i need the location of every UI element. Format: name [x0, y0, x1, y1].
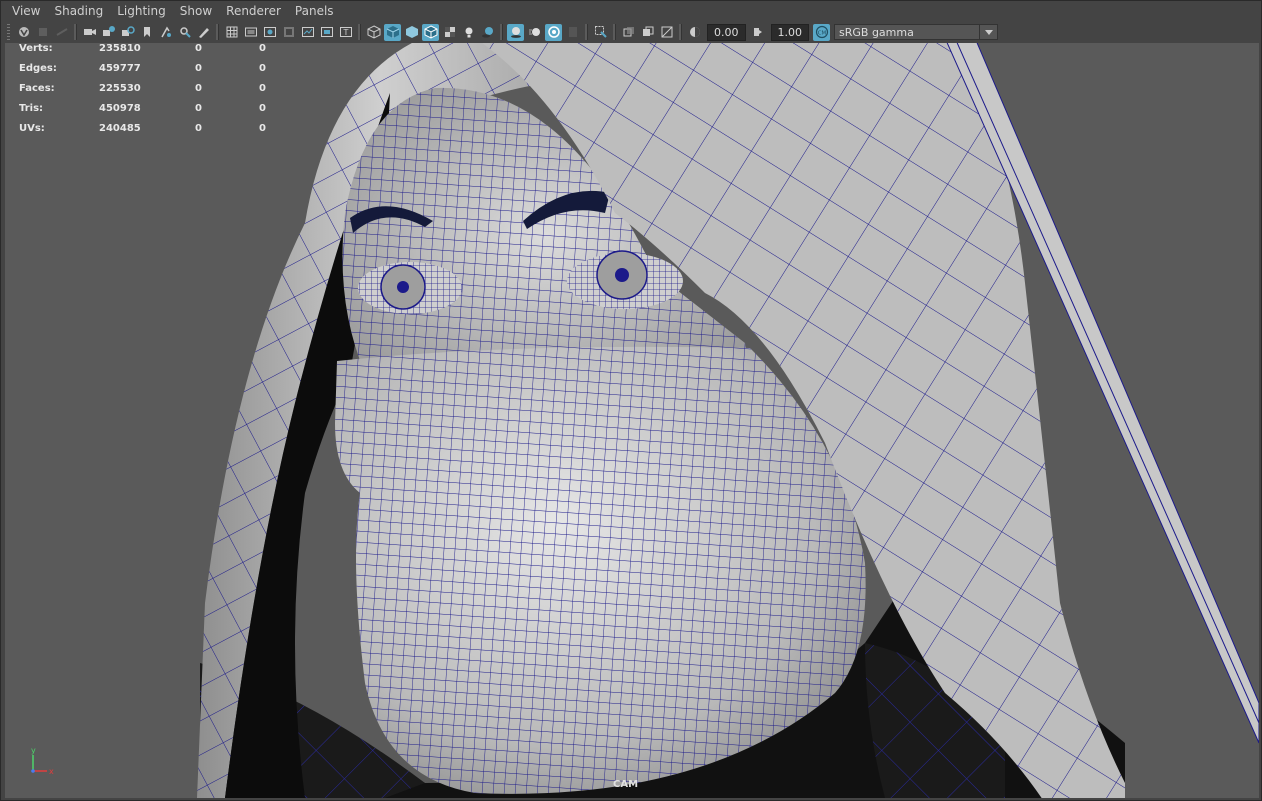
grease-pencil-icon[interactable]	[195, 24, 212, 41]
image-plane-icon[interactable]	[100, 24, 117, 41]
axis-y-label: y	[31, 746, 36, 755]
hud-value: 0	[259, 123, 266, 134]
bookmark-camera-icon[interactable]	[119, 24, 136, 41]
hud-label: Verts:	[19, 43, 53, 54]
hud-row-faces: Faces: 225530 0 0	[19, 83, 279, 103]
multisample-aa-icon[interactable]	[545, 23, 562, 41]
character-mesh-render	[197, 43, 1259, 798]
default-material-icon[interactable]	[403, 24, 420, 41]
hud-value: 0	[195, 123, 202, 134]
hud-label: Tris:	[19, 103, 44, 114]
hud-value: 235810	[99, 43, 141, 54]
toolbar-separator	[216, 24, 219, 40]
panel-menubar: View Shading Lighting Show Renderer Pane…	[1, 1, 1261, 22]
3d-viewport[interactable]: Verts: 235810 0 0 Edges: 459777 0 0 Face…	[5, 43, 1259, 798]
poly-count-hud: Verts: 235810 0 0 Edges: 459777 0 0 Face…	[19, 43, 279, 143]
axis-x-label: x	[49, 767, 54, 776]
depth-of-field-icon[interactable]	[564, 24, 581, 41]
safe-action-icon[interactable]	[318, 24, 335, 41]
wireframe-icon[interactable]	[365, 24, 382, 41]
menu-renderer[interactable]: Renderer	[219, 1, 288, 22]
hud-value: 0	[259, 103, 266, 114]
menu-panels[interactable]: Panels	[288, 1, 341, 22]
hud-label: Edges:	[19, 63, 57, 74]
toolbar-separator	[358, 24, 361, 40]
toolbar-separator	[500, 24, 503, 40]
gate-mask-icon[interactable]	[280, 24, 297, 41]
hud-row-tris: Tris: 450978 0 0	[19, 103, 279, 123]
wireframe-on-shaded-icon[interactable]	[422, 23, 439, 41]
hud-value: 225530	[99, 83, 141, 94]
smooth-shade-icon[interactable]	[384, 23, 401, 41]
gamma-field[interactable]: 1.00	[770, 23, 809, 41]
hud-value: 459777	[99, 63, 141, 74]
hud-row-edges: Edges: 459777 0 0	[19, 63, 279, 83]
svg-text:CM: CM	[817, 30, 826, 36]
toolbar-separator	[585, 24, 588, 40]
xray-icon[interactable]	[620, 24, 637, 41]
resolution-gate-icon[interactable]	[261, 24, 278, 41]
menu-shading[interactable]: Shading	[47, 1, 110, 22]
motion-blur-icon[interactable]	[526, 24, 543, 41]
hud-value: 0	[195, 63, 202, 74]
menu-show[interactable]: Show	[173, 1, 219, 22]
move-tool-icon[interactable]	[157, 24, 174, 41]
hud-row-verts: Verts: 235810 0 0	[19, 43, 279, 63]
hud-value: 0	[195, 83, 202, 94]
pan-zoom-icon[interactable]	[176, 24, 193, 41]
svg-text:T: T	[342, 28, 348, 37]
menu-view[interactable]: View	[1, 1, 47, 22]
camera-attributes-icon[interactable]	[53, 24, 70, 41]
exposure-field[interactable]: 0.00	[707, 23, 746, 41]
xray-active-components-icon[interactable]	[658, 24, 675, 41]
color-management-icon[interactable]: CM	[813, 23, 830, 41]
hud-row-uvs: UVs: 240485 0 0	[19, 123, 279, 143]
toolbar-separator	[74, 24, 77, 40]
hud-value: 0	[195, 43, 202, 54]
bookmark-icon[interactable]	[138, 24, 155, 41]
film-gate-icon[interactable]	[242, 24, 259, 41]
hud-value: 0	[259, 43, 266, 54]
camera-name-label: CAM	[613, 779, 639, 790]
gamma-icon[interactable]	[750, 24, 767, 41]
maya-viewport-panel: View Shading Lighting Show Renderer Pane…	[0, 0, 1262, 801]
hud-value: 0	[259, 83, 266, 94]
safe-title-icon[interactable]: T	[337, 24, 354, 41]
xray-joints-icon[interactable]	[639, 24, 656, 41]
grid-icon[interactable]	[223, 24, 240, 41]
panel-toolbar: T 0.00 1.00 CM sRGB gamma	[1, 22, 1261, 42]
use-all-lights-icon[interactable]	[460, 24, 477, 41]
chevron-down-icon[interactable]	[980, 24, 998, 40]
toolbar-grip[interactable]	[7, 24, 10, 40]
select-camera-icon[interactable]	[15, 24, 32, 41]
menu-lighting[interactable]: Lighting	[110, 1, 173, 22]
hud-value: 0	[195, 103, 202, 114]
shadows-icon[interactable]	[479, 24, 496, 41]
isolate-select-icon[interactable]	[592, 24, 609, 41]
hud-value: 240485	[99, 123, 141, 134]
exposure-icon[interactable]	[686, 24, 703, 41]
color-space-dropdown[interactable]: sRGB gamma	[834, 24, 980, 40]
textured-icon[interactable]	[441, 24, 458, 41]
toolbar-separator	[679, 24, 682, 40]
hud-value: 0	[259, 63, 266, 74]
field-chart-icon[interactable]	[299, 24, 316, 41]
toolbar-separator	[613, 24, 616, 40]
hud-value: 450978	[99, 103, 141, 114]
lock-camera-icon[interactable]	[34, 24, 51, 41]
hud-label: UVs:	[19, 123, 45, 134]
screen-space-ao-icon[interactable]	[507, 23, 524, 41]
camera-icon[interactable]	[81, 24, 98, 41]
hud-label: Faces:	[19, 83, 55, 94]
view-axis-icon: y x	[31, 746, 54, 776]
